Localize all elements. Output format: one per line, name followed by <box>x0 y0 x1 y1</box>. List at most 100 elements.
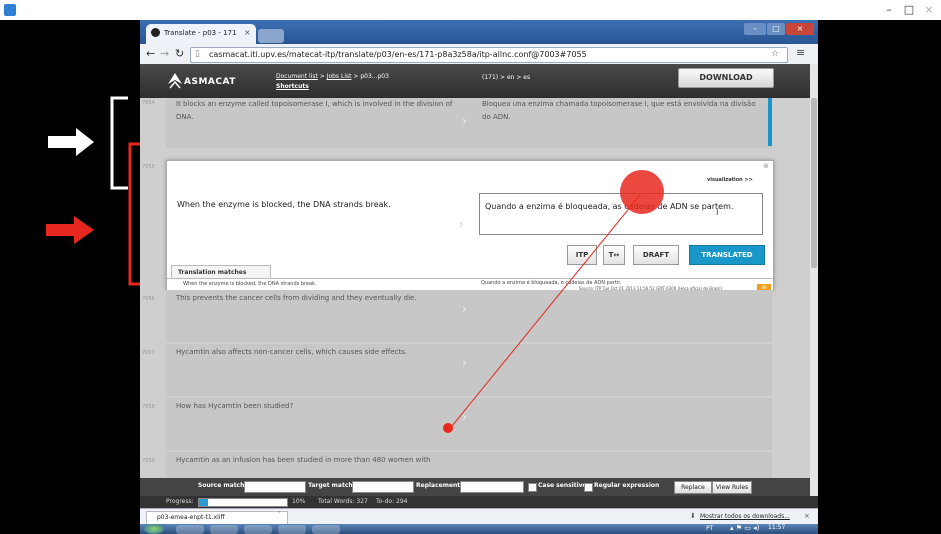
active-source-text: When the enzyme is blocked, the DNA stra… <box>177 200 391 209</box>
app-header: ASMACAT Document list > Jobs List > p03.… <box>140 64 810 100</box>
downloads-bar: p03-emea-enpt-t1.xliff ˅ ⬇ Mostrar todos… <box>140 508 818 524</box>
translated-button[interactable]: TRANSLATED <box>689 245 765 265</box>
shortcuts-link[interactable]: Shortcuts <box>276 83 309 90</box>
source-match-input[interactable] <box>244 481 306 493</box>
regex-label: Regular expression <box>594 482 660 489</box>
target-editor[interactable]: Quando a enzima é bloqueada, as cadeias … <box>479 193 763 235</box>
taskbar-app-icon[interactable] <box>278 525 306 534</box>
show-all-downloads-link[interactable]: Mostrar todos os downloads... <box>700 513 790 520</box>
breadcrumb-jobs-list[interactable]: Jobs List <box>327 73 352 80</box>
find-replace-bar: Source match Target match Replacement Ca… <box>140 478 810 496</box>
segment-close-icon[interactable]: ⊗ <box>763 162 769 170</box>
breadcrumb-current: > p03...p03 <box>353 73 389 80</box>
segment-source: This prevents the cancer cells from divi… <box>176 294 417 302</box>
segment-source: Hycamtin as an infusion has been studied… <box>176 456 431 464</box>
reload-icon[interactable]: ↻ <box>175 47 184 60</box>
tab-close-icon[interactable]: × <box>244 28 251 37</box>
recorder-title-bar: – □ × <box>0 0 941 20</box>
active-segment: ⊗ visualization >> When the enzyme is bl… <box>166 160 774 291</box>
view-rules-button[interactable]: View Rules <box>712 481 752 494</box>
draft-button[interactable]: DRAFT <box>633 245 679 265</box>
page-scrollbar-thumb[interactable] <box>811 98 817 268</box>
copy-source-chevron-icon[interactable]: › <box>462 410 467 424</box>
start-button-icon[interactable] <box>144 524 164 534</box>
maximize-icon[interactable]: □ <box>902 3 916 16</box>
browser-close-icon[interactable]: × <box>786 23 814 35</box>
replacement-label: Replacement <box>416 482 461 489</box>
itp-button[interactable]: ITP <box>567 245 597 265</box>
taskbar-clock[interactable]: 11:57 <box>768 524 785 531</box>
segment-source: How has Hycamtin been studied? <box>176 402 294 410</box>
total-words: Total Words: 327 <box>318 498 368 505</box>
translation-matches-tab[interactable]: Translation matches <box>171 265 271 279</box>
copy-source-chevron-icon[interactable]: › <box>459 217 464 231</box>
breadcrumb: Document list > Jobs List > p03...p03 <box>276 73 389 80</box>
copy-source-chevron-icon[interactable]: › <box>462 356 467 370</box>
taskbar-chrome-icon[interactable] <box>244 525 272 534</box>
progress-track <box>198 498 288 507</box>
case-sensitive-label: Case sensitive <box>538 482 587 489</box>
browser-maximize-icon[interactable]: □ <box>767 23 785 35</box>
segment-row[interactable]: It blocks an enzyme called topoisomerase… <box>166 98 772 148</box>
casmacat-logo[interactable]: ASMACAT <box>166 70 246 94</box>
segment-row[interactable]: Hycamtin also affects non-cancer cells, … <box>166 344 772 396</box>
progress-fill <box>199 499 208 506</box>
browser-menu-icon[interactable]: ≡ <box>796 46 805 59</box>
regex-checkbox[interactable] <box>584 483 593 492</box>
case-sensitive-checkbox[interactable] <box>528 483 537 492</box>
replace-button[interactable]: Replace <box>674 481 712 494</box>
segment-status-bar <box>768 98 772 146</box>
tab-title: Translate - p03 - 171 <box>164 29 237 37</box>
toggle-button[interactable]: T↔ <box>603 245 625 265</box>
replacement-input[interactable] <box>460 481 524 493</box>
target-match-input[interactable] <box>352 481 414 493</box>
todo-count: To-do: 294 <box>376 498 408 505</box>
forward-icon[interactable]: → <box>160 47 169 60</box>
white-arrow-icon <box>48 128 94 156</box>
match-source: When the enzyme is blocked, the DNA stra… <box>183 281 317 287</box>
browser-minimize-icon[interactable]: – <box>744 23 766 35</box>
segment-row[interactable]: This prevents the cancer cells from divi… <box>166 290 772 342</box>
segment-row[interactable]: Hycamtin as an infusion has been studied… <box>166 452 772 478</box>
copy-source-chevron-icon[interactable]: › <box>462 302 467 316</box>
download-arrow-icon: ⬇ <box>690 512 696 520</box>
download-item[interactable]: p03-emea-enpt-t1.xliff <box>146 511 288 524</box>
target-match-label: Target match <box>308 482 353 489</box>
download-project-button[interactable]: DOWNLOAD PROJECT <box>678 68 774 100</box>
minimize-icon[interactable]: – <box>882 3 896 16</box>
address-text: casmacat.iti.upv.es/matecat-itp/translat… <box>209 50 587 59</box>
taskbar-app2-icon[interactable] <box>312 525 340 534</box>
download-menu-icon[interactable]: ˅ <box>278 511 281 518</box>
text-cursor-icon: I <box>716 208 719 218</box>
browser-tab[interactable]: Translate - p03 - 171 × <box>146 24 256 44</box>
translation-match-row[interactable]: When the enzyme is blocked, the DNA stra… <box>167 278 773 291</box>
source-match-label: Source match <box>198 482 245 489</box>
taskbar-folder-icon[interactable] <box>210 525 238 534</box>
translation-page: ASMACAT Document list > Jobs List > p03.… <box>140 64 818 496</box>
segment-number: 7058 <box>142 404 155 410</box>
segment-number: 7055 <box>142 164 155 170</box>
tab-favicon-icon <box>151 28 160 37</box>
tray-icons[interactable]: ▴ ⚑ ▭ ◂) <box>730 524 759 532</box>
segment-row[interactable]: How has Hycamtin been studied? › <box>166 398 772 450</box>
address-bar[interactable]: ▯ casmacat.iti.upv.es/matecat-itp/transl… <box>190 47 788 63</box>
new-tab-button[interactable] <box>258 29 284 43</box>
segment-source: It blocks an enzyme called topoisomerase… <box>176 100 453 121</box>
red-bracket <box>128 142 140 286</box>
breadcrumb-document-list[interactable]: Document list <box>276 73 318 80</box>
red-arrow-icon <box>46 216 94 244</box>
close-icon[interactable]: × <box>922 3 936 16</box>
back-icon[interactable]: ← <box>146 47 155 60</box>
visualization-link[interactable]: visualization >> <box>707 177 753 183</box>
segment-target[interactable]: Bloquea una enzima chamada topoisomerase… <box>482 98 762 124</box>
downloads-close-icon[interactable]: × <box>804 512 810 520</box>
taskbar-ie-icon[interactable] <box>176 525 204 534</box>
target-editor-text: Quando a enzima é bloqueada, as cadeias … <box>485 202 734 211</box>
browser-toolbar: ← → ↻ ▯ casmacat.iti.upv.es/matecat-itp/… <box>140 44 818 64</box>
annotation-overlay <box>46 96 140 286</box>
bookmark-star-icon[interactable]: ☆ <box>771 49 779 59</box>
copy-source-chevron-icon[interactable]: › <box>462 114 467 128</box>
locale-indicator[interactable]: PT <box>706 525 713 532</box>
segment-number: 7059 <box>142 458 155 464</box>
segment-number: 7054 <box>142 100 155 106</box>
